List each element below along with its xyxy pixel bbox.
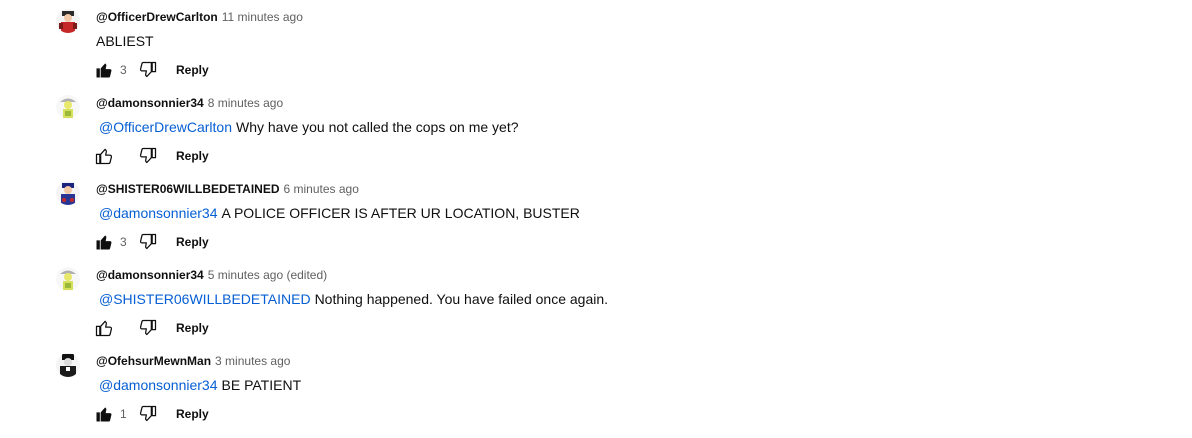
comment-header: @SHISTER06WILLBEDETAINED 6 minutes ago — [96, 181, 359, 197]
black-officer-avatar-icon — [56, 353, 80, 377]
comment-actions: 1 Reply — [94, 404, 209, 424]
mention-link[interactable]: @damonsonnier34 — [99, 377, 218, 393]
dislike-button[interactable] — [138, 60, 158, 80]
mention-link[interactable]: @damonsonnier34 — [99, 205, 218, 221]
comment-text: ABLIEST — [96, 31, 154, 51]
reply-button[interactable]: Reply — [176, 149, 209, 163]
comment-text: @OfficerDrewCarlton Why have you not call… — [96, 117, 519, 137]
avatar[interactable] — [56, 9, 80, 33]
thumbs-down-icon — [139, 405, 157, 422]
avatar[interactable] — [56, 267, 80, 291]
author-name[interactable]: @damonsonnier34 — [96, 96, 204, 110]
timestamp[interactable]: 11 minutes ago — [222, 10, 303, 24]
like-button[interactable] — [94, 404, 114, 424]
reply-button[interactable]: Reply — [176, 63, 209, 77]
comment-text: @damonsonnier34 BE PATIENT — [96, 375, 301, 395]
comment-header: @damonsonnier34 8 minutes ago — [96, 95, 283, 111]
reply-button[interactable]: Reply — [176, 407, 209, 421]
comment-item: @SHISTER06WILLBEDETAINED 6 minutes ago @d… — [0, 172, 1192, 258]
like-button[interactable] — [94, 60, 114, 80]
thumbs-down-icon — [139, 61, 157, 78]
like-button[interactable] — [94, 232, 114, 252]
dislike-button[interactable] — [138, 146, 158, 166]
comment-header: @OfficerDrewCarlton 11 minutes ago — [96, 9, 303, 25]
thumbs-down-icon — [139, 319, 157, 336]
avatar[interactable] — [56, 181, 80, 205]
like-count: 3 — [120, 235, 127, 249]
author-name[interactable]: @OfficerDrewCarlton — [96, 10, 218, 24]
comment-item: @damonsonnier34 5 minutes ago (edited) @S… — [0, 258, 1192, 344]
comment-header: @damonsonnier34 5 minutes ago (edited) — [96, 267, 327, 283]
thumbs-up-icon — [95, 320, 113, 337]
thumbs-up-filled-icon — [96, 63, 112, 78]
dislike-button[interactable] — [138, 404, 158, 424]
reply-button[interactable]: Reply — [176, 235, 209, 249]
timestamp[interactable]: 5 minutes ago (edited) — [208, 268, 327, 282]
timestamp[interactable]: 3 minutes ago — [215, 354, 290, 368]
comment-body: A POLICE OFFICER IS AFTER UR LOCATION, B… — [221, 205, 580, 221]
author-name[interactable]: @OfehsurMewnMan — [96, 354, 211, 368]
comment-text: @damonsonnier34 A POLICE OFFICER IS AFTER… — [96, 203, 580, 223]
timestamp[interactable]: 8 minutes ago — [208, 96, 283, 110]
like-button[interactable] — [94, 318, 114, 338]
yellow-character-avatar-icon — [56, 267, 80, 291]
comment-thread: @OfficerDrewCarlton 11 minutes ago ABLIES… — [0, 0, 1192, 438]
officer-red-avatar-icon — [56, 9, 80, 33]
avatar[interactable] — [56, 353, 80, 377]
comment-actions: 3 Reply — [94, 60, 209, 80]
comment-body: Nothing happened. You have failed once a… — [314, 291, 609, 307]
comment-item: @OfficerDrewCarlton 11 minutes ago ABLIES… — [0, 0, 1192, 86]
thumbs-down-icon — [139, 147, 157, 164]
reply-button[interactable]: Reply — [176, 321, 209, 335]
timestamp[interactable]: 6 minutes ago — [284, 182, 359, 196]
thumbs-down-icon — [139, 233, 157, 250]
dislike-button[interactable] — [138, 318, 158, 338]
avatar[interactable] — [56, 95, 80, 119]
like-count: 3 — [120, 63, 127, 77]
yellow-character-avatar-icon — [56, 95, 80, 119]
like-count: 1 — [120, 407, 127, 421]
author-name[interactable]: @SHISTER06WILLBEDETAINED — [96, 182, 280, 196]
comment-item: @damonsonnier34 8 minutes ago @OfficerDre… — [0, 86, 1192, 172]
comment-item: @OfehsurMewnMan 3 minutes ago @damonsonni… — [0, 344, 1192, 430]
police-blue-avatar-icon — [56, 181, 80, 205]
comment-actions: Reply — [94, 318, 209, 338]
comment-body: Why have you not called the cops on me y… — [236, 119, 519, 135]
comment-body: BE PATIENT — [221, 377, 302, 393]
mention-link[interactable]: @SHISTER06WILLBEDETAINED — [99, 291, 311, 307]
like-button[interactable] — [94, 146, 114, 166]
comment-actions: Reply — [94, 146, 209, 166]
thumbs-up-filled-icon — [96, 407, 112, 422]
comment-header: @OfehsurMewnMan 3 minutes ago — [96, 353, 290, 369]
comment-body: ABLIEST — [96, 33, 154, 49]
dislike-button[interactable] — [138, 232, 158, 252]
thumbs-up-filled-icon — [96, 235, 112, 250]
comment-actions: 3 Reply — [94, 232, 209, 252]
thumbs-up-icon — [95, 148, 113, 165]
comment-text: @SHISTER06WILLBEDETAINED Nothing happened… — [96, 289, 608, 309]
author-name[interactable]: @damonsonnier34 — [96, 268, 204, 282]
mention-link[interactable]: @OfficerDrewCarlton — [99, 119, 232, 135]
